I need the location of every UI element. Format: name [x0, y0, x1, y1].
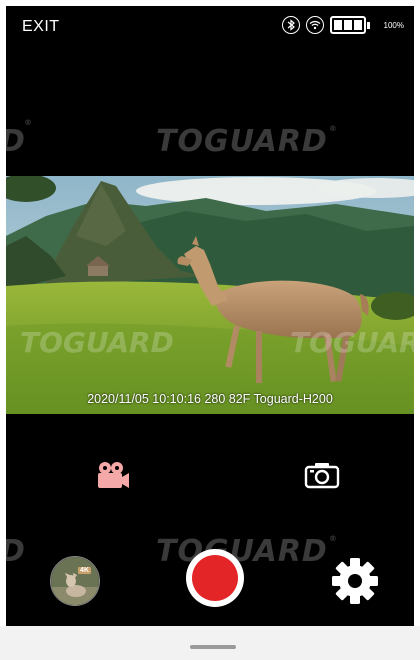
- watermark-fragment: D: [6, 124, 25, 159]
- record-icon: [192, 555, 238, 601]
- system-nav-bar: [0, 626, 420, 660]
- thumbnail-image: [51, 557, 99, 605]
- preview-watermark-right: TOGUARD: [290, 326, 414, 359]
- timestamp-overlay: 2020/11/05 10:10:16 280 82F Toguard-H200: [87, 392, 333, 406]
- 4k-badge: 4K: [78, 567, 91, 574]
- gear-icon: [332, 558, 378, 604]
- video-camera-icon: [98, 462, 129, 488]
- battery-icon: [329, 16, 370, 34]
- watermark-logo: TOGUARD®: [156, 124, 338, 159]
- preview-watermark: TOGUARD: [20, 326, 174, 359]
- watermark-logo-lower: TOGUARD®: [156, 534, 338, 569]
- home-indicator[interactable]: [190, 645, 236, 649]
- exit-button[interactable]: EXIT: [22, 18, 60, 36]
- preview-photo: [6, 176, 414, 414]
- battery-percent: 100%: [383, 20, 404, 30]
- photo-camera-icon: [304, 463, 340, 489]
- watermark-fragment-lower: D: [6, 534, 25, 569]
- settings-button[interactable]: [330, 556, 380, 606]
- photo-mode-button[interactable]: [302, 460, 342, 490]
- camera-screen: EXIT 100% D ® TOGUARD® T: [6, 6, 414, 626]
- live-preview[interactable]: TOGUARD TOGUARD 2020/11/05 10:10:16 280 …: [6, 176, 414, 414]
- video-mode-button[interactable]: [92, 458, 132, 492]
- status-bar: 100%: [281, 16, 404, 34]
- watermark-reg-mark: ®: [24, 118, 33, 127]
- wifi-icon: [305, 16, 324, 34]
- gallery-thumbnail[interactable]: 4K: [50, 556, 100, 606]
- record-button[interactable]: [186, 549, 244, 607]
- bluetooth-icon: [281, 16, 300, 34]
